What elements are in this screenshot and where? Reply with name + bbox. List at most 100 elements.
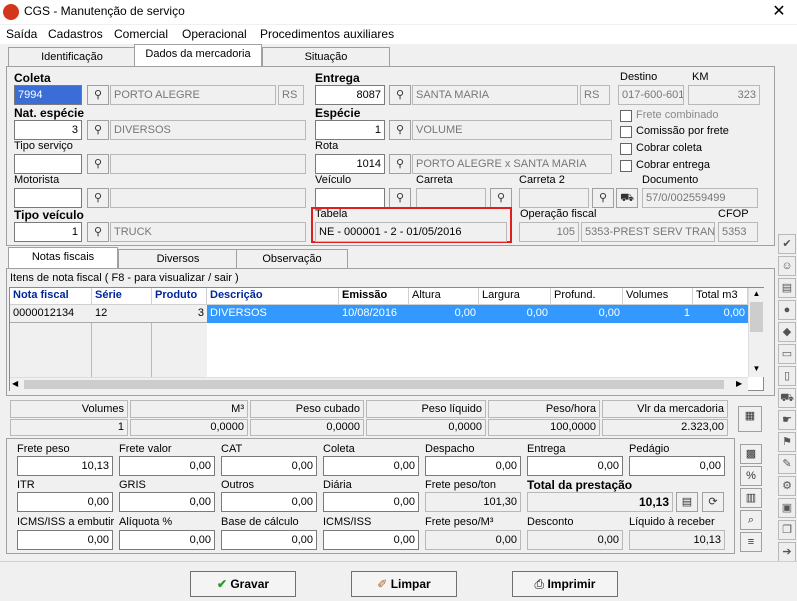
scroll-up-icon[interactable]: ▲ [750,289,763,298]
base-calculo-input[interactable]: 0,00 [221,530,317,550]
especie-search-button[interactable]: ⚲ [389,120,411,140]
col-descricao[interactable]: Descrição [207,288,339,305]
menu-operacional[interactable]: Operacional [182,27,247,41]
side-gear-icon[interactable]: ⚙ [778,476,796,496]
nat-especie-code-input[interactable]: 3 [14,120,82,140]
recalc-icon[interactable]: ⟳ [702,492,724,512]
col-emissao[interactable]: Emissão [339,288,409,305]
side-people-icon[interactable]: ☺ [778,256,796,276]
imprimir-button[interactable]: ⎙ Imprimir [512,571,618,597]
veiculo-input[interactable] [315,188,385,208]
tab-situacao[interactable]: Situação [262,47,390,67]
itr-input[interactable]: 0,00 [17,492,113,512]
tipo-servico-search-button[interactable]: ⚲ [87,154,109,174]
side-check-icon[interactable]: ✔ [778,234,796,254]
entrega-valor-input[interactable]: 0,00 [527,456,623,476]
side-truck-icon[interactable]: ⛟ [778,388,796,408]
side-tag-icon[interactable]: ◆ [778,322,796,342]
motorista-input[interactable] [14,188,82,208]
grid-horizontal-scrollbar[interactable]: ◀ ▶ [10,377,748,391]
side-copy-icon[interactable]: ❐ [778,520,796,540]
veiculo-search-button[interactable]: ⚲ [389,188,411,208]
carreta-input[interactable] [416,188,486,208]
icms-iss-input[interactable]: 0,00 [323,530,419,550]
limpar-button[interactable]: ✐ Limpar [351,571,457,597]
table-row-selected[interactable]: DIVERSOS 10/08/2016 0,00 0,00 0,00 1 0,0… [207,305,748,323]
outros-input[interactable]: 0,00 [221,492,317,512]
subtab-observacao[interactable]: Observação [236,249,348,269]
coleta-code-input[interactable]: 7994 [14,85,82,105]
rota-code-input[interactable]: 1014 [315,154,385,174]
tool-calc-icon[interactable]: ▩ [740,444,762,464]
col-nota-fiscal[interactable]: Nota fiscal [10,288,92,305]
tool-calculator-icon[interactable]: ▥ [740,488,762,508]
menu-cadastros[interactable]: Cadastros [48,27,103,41]
col-total-m3[interactable]: Total m3 [693,288,748,305]
gravar-button[interactable]: ✔ Gravar [190,571,296,597]
entrega-code-input[interactable]: 8087 [315,85,385,105]
tool-magnifier-icon[interactable]: ⌕ [740,510,762,530]
especie-code-input[interactable]: 1 [315,120,385,140]
coleta-valor-input[interactable]: 0,00 [323,456,419,476]
side-edit-icon[interactable]: ✎ [778,454,796,474]
tipo-veiculo-search-button[interactable]: ⚲ [87,222,109,242]
menu-saida[interactable]: Saída [6,27,37,41]
scroll-right-icon[interactable]: ▶ [736,379,742,388]
truck-icon[interactable]: ⛟ [616,188,638,208]
side-circle-icon[interactable]: ● [778,300,796,320]
col-serie[interactable]: Série [92,288,152,305]
diaria-input[interactable]: 0,00 [323,492,419,512]
frete-peso-input[interactable]: 10,13 [17,456,113,476]
scroll-thumb[interactable] [750,302,763,332]
tab-dados-mercadoria[interactable]: Dados da mercadoria [134,44,262,66]
side-arrow-icon[interactable]: ➔ [778,542,796,562]
icms-embutir-input[interactable]: 0,00 [17,530,113,550]
nat-especie-search-button[interactable]: ⚲ [87,120,109,140]
motorista-search-button[interactable]: ⚲ [87,188,109,208]
tool-percent-icon[interactable]: % [740,466,762,486]
col-largura[interactable]: Largura [479,288,551,305]
subtab-diversos[interactable]: Diversos [118,249,238,269]
col-profund[interactable]: Profund. [551,288,623,305]
pedagio-input[interactable]: 0,00 [629,456,725,476]
side-pages-icon[interactable]: ▯ [778,366,796,386]
aliquota-input[interactable]: 0,00 [119,530,215,550]
tool-list-icon[interactable]: ≡ [740,532,762,552]
cobrar-entrega-checkbox[interactable] [620,160,632,172]
scroll-down-icon[interactable]: ▼ [750,364,763,373]
menu-procedimentos[interactable]: Procedimentos auxiliares [260,27,394,41]
tipo-veiculo-code-input[interactable]: 1 [14,222,82,242]
frete-combinado-checkbox[interactable] [620,110,632,122]
hscroll-thumb[interactable] [24,380,724,389]
cat-input[interactable]: 0,00 [221,456,317,476]
frete-valor-input[interactable]: 0,00 [119,456,215,476]
tab-identificacao[interactable]: Identificação [8,47,136,67]
menu-comercial[interactable]: Comercial [114,27,168,41]
gris-input[interactable]: 0,00 [119,492,215,512]
col-volumes[interactable]: Volumes [623,288,693,305]
cobrar-coleta-checkbox[interactable] [620,143,632,155]
side-flag-icon[interactable]: ⚑ [778,432,796,452]
subtab-notas-fiscais[interactable]: Notas fiscais [8,247,118,269]
carreta-search-button[interactable]: ⚲ [490,188,512,208]
coleta-search-button[interactable]: ⚲ [87,85,109,105]
carreta2-search-button[interactable]: ⚲ [592,188,614,208]
col-produto[interactable]: Produto [152,288,207,305]
despacho-input[interactable]: 0,00 [425,456,521,476]
rota-search-button[interactable]: ⚲ [389,154,411,174]
col-altura[interactable]: Altura [409,288,479,305]
table-row-fixed[interactable]: 0000012134 12 3 [10,305,207,323]
grid-vertical-scrollbar[interactable]: ▲ ▼ [748,288,764,377]
carreta2-input[interactable] [519,188,589,208]
side-box-icon[interactable]: ▣ [778,498,796,518]
calc-table-icon[interactable]: ▤ [676,492,698,512]
close-button[interactable]: ✕ [762,0,796,24]
side-doc-icon[interactable]: ▭ [778,344,796,364]
side-hand-icon[interactable]: ☛ [778,410,796,430]
comissao-checkbox[interactable] [620,126,632,138]
entrega-search-button[interactable]: ⚲ [389,85,411,105]
side-ciot-icon[interactable]: ▤ [778,278,796,298]
scroll-left-icon[interactable]: ◀ [12,379,18,388]
tipo-servico-input[interactable] [14,154,82,174]
calculator-button[interactable]: ▦ [738,406,762,432]
